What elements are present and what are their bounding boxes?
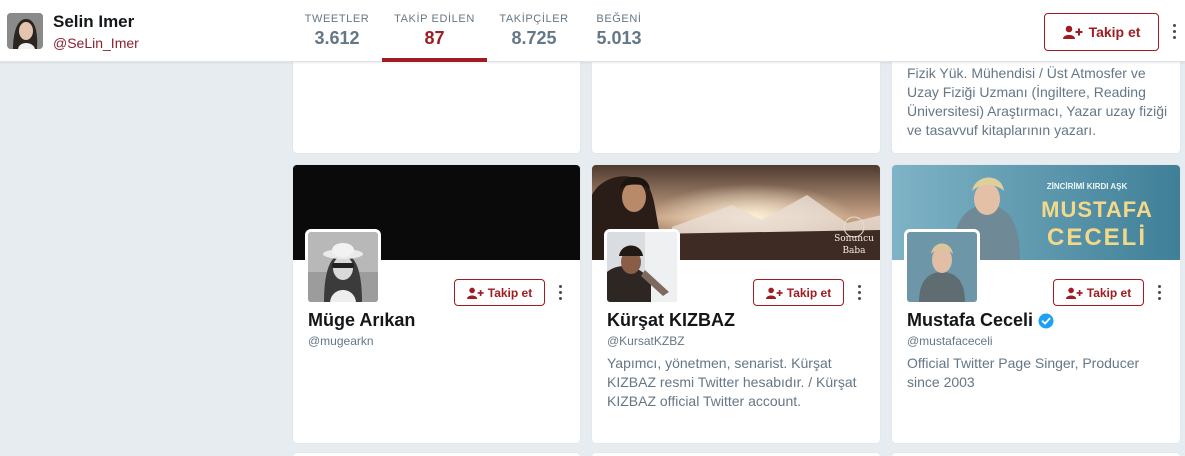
- user-avatar[interactable]: [305, 229, 381, 305]
- more-options-icon[interactable]: [1155, 285, 1163, 300]
- user-card[interactable]: [891, 452, 1181, 456]
- user-card[interactable]: [591, 50, 881, 154]
- follow-user-icon: [466, 287, 484, 299]
- user-card[interactable]: Takip et Müge Arıkan @mugearkn: [292, 164, 581, 444]
- profile-follow-button[interactable]: Takip et: [1044, 13, 1159, 51]
- profile-nav-bar: Selin Imer @SeLin_Imer TWEETLER 3.612 TA…: [0, 0, 1185, 62]
- follow-button-label: Takip et: [487, 285, 533, 300]
- user-card[interactable]: [591, 452, 881, 456]
- stat-label: TAKİP EDİLEN: [394, 13, 475, 25]
- user-handle[interactable]: @mustafaceceli: [907, 334, 993, 348]
- user-name-text: Kürşat KIZBAZ: [607, 310, 736, 330]
- stat-likes[interactable]: BEĞENİ 5.013: [584, 0, 654, 62]
- follow-button-label: Takip et: [1086, 285, 1132, 300]
- profile-avatar[interactable]: [7, 13, 43, 49]
- banner-title-line-2: MUSTAFA: [1041, 197, 1153, 222]
- user-avatar[interactable]: [604, 229, 680, 305]
- stat-tweets[interactable]: TWEETLER 3.612: [296, 0, 378, 62]
- stat-label: TWEETLER: [304, 13, 370, 25]
- stat-following[interactable]: TAKİP EDİLEN 87: [382, 0, 487, 62]
- user-handle[interactable]: @KursatKZBZ: [607, 334, 685, 348]
- user-bio: Official Twitter Page Singer, Producer s…: [907, 355, 1140, 390]
- user-name-text: Mustafa Ceceli: [907, 310, 1034, 330]
- more-options-icon[interactable]: [1170, 24, 1178, 39]
- follow-button[interactable]: Takip et: [1053, 279, 1144, 306]
- user-avatar[interactable]: [904, 229, 980, 305]
- user-card[interactable]: Sonuncu Baba Takip et Kürşat KIZBAZ @Kur…: [591, 164, 881, 444]
- follow-user-icon: [1062, 25, 1083, 39]
- user-bio: Fizik Yük. Mühendisi / Üst Atmosfer ve U…: [907, 65, 1168, 138]
- user-card[interactable]: [292, 50, 581, 154]
- user-name-text: Müge Arıkan: [308, 310, 416, 330]
- user-card[interactable]: [292, 452, 581, 456]
- follow-user-icon: [765, 287, 783, 299]
- more-options-icon[interactable]: [855, 285, 863, 300]
- user-name[interactable]: Mustafa Ceceli: [907, 310, 1054, 331]
- follow-button[interactable]: Takip et: [753, 279, 844, 306]
- follow-button-label: Takip et: [786, 285, 832, 300]
- follow-button[interactable]: Takip et: [454, 279, 545, 306]
- verified-badge-icon: [1038, 313, 1054, 328]
- user-card[interactable]: Fizik Yük. Mühendisi / Üst Atmosfer ve U…: [891, 50, 1181, 154]
- banner-title-line-1: ZİNCİRİMİ KIRDI AŞK: [1047, 182, 1128, 191]
- user-name[interactable]: Müge Arıkan: [308, 310, 415, 331]
- stat-followers[interactable]: TAKİPÇİLER 8.725: [494, 0, 574, 62]
- more-options-icon[interactable]: [556, 285, 564, 300]
- stat-value: 8.725: [511, 28, 557, 48]
- user-handle[interactable]: @mugearkn: [308, 334, 374, 348]
- stat-label: TAKİPÇİLER: [499, 13, 569, 25]
- banner-title-line-1: Sonuncu: [834, 234, 874, 244]
- profile-handle[interactable]: @SeLin_Imer: [53, 35, 139, 51]
- stat-value: 3.612: [314, 28, 360, 48]
- stat-value: 5.013: [596, 28, 642, 48]
- user-bio: Yapımcı, yönetmen, senarist. Kürşat KIZB…: [607, 355, 857, 409]
- user-card[interactable]: ZİNCİRİMİ KIRDI AŞK MUSTAFA CECELİ Takip…: [891, 164, 1181, 444]
- profile-name[interactable]: Selin Imer: [53, 12, 134, 32]
- user-name[interactable]: Kürşat KIZBAZ: [607, 310, 735, 331]
- follow-button-label: Takip et: [1088, 24, 1141, 40]
- follow-user-icon: [1065, 287, 1083, 299]
- banner-title-line-3: CECELİ: [1047, 224, 1147, 251]
- stat-value: 87: [424, 28, 445, 48]
- stat-label: BEĞENİ: [596, 13, 642, 25]
- banner-title-line-2: Baba: [842, 246, 866, 256]
- active-tab-indicator: [382, 58, 487, 62]
